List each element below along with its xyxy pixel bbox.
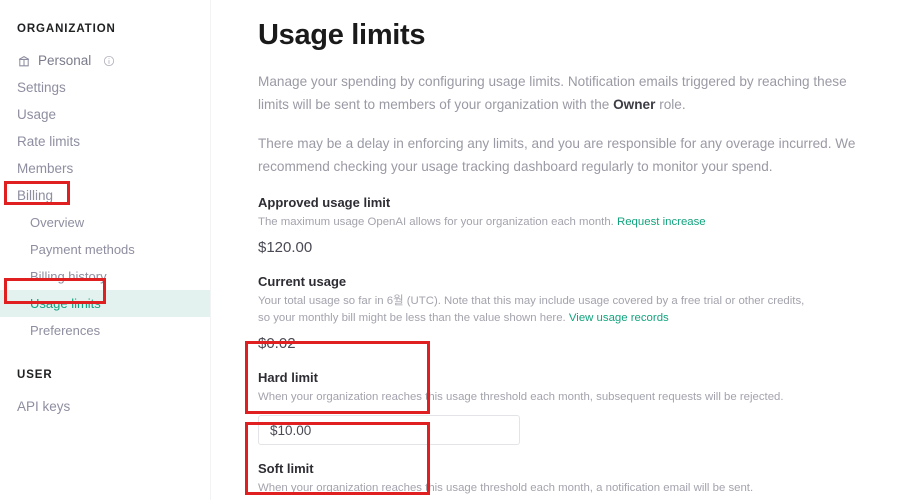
sidebar-item-label: Preferences [30, 323, 101, 338]
owner-role-emphasis: Owner [613, 97, 656, 112]
intro-paragraph-1-text-b: role. [655, 97, 686, 112]
building-icon [17, 54, 31, 68]
sidebar-item-preferences[interactable]: Preferences [0, 317, 210, 344]
sidebar-item-label: API keys [17, 399, 71, 414]
sidebar-item-label: Settings [17, 80, 66, 95]
page-title: Usage limits [258, 19, 426, 51]
sidebar-item-overview[interactable]: Overview [0, 209, 210, 236]
approved-usage-limit-description-text: The maximum usage OpenAI allows for your… [258, 216, 614, 228]
soft-limit-description: When your organization reaches this usag… [258, 482, 754, 494]
main-content: Usage limits Manage your spending by con… [211, 0, 900, 500]
hard-limit-input[interactable] [258, 415, 520, 445]
current-usage-description-line2: so your monthly bill might be less than … [258, 312, 566, 324]
intro-paragraph-1: Manage your spending by configuring usag… [258, 70, 876, 116]
sidebar-item-label: Rate limits [17, 134, 81, 149]
current-usage-block: Current usage Your total usage so far in… [258, 273, 876, 354]
sidebar-item-payment-methods[interactable]: Payment methods [0, 236, 210, 263]
sidebar-item-label: Usage limits [30, 296, 101, 311]
current-usage-description-line1: Your total usage so far in 6월 (UTC). Not… [258, 295, 805, 307]
sidebar-item-label: Members [17, 161, 74, 176]
sidebar-item-api-keys[interactable]: API keys [0, 393, 210, 420]
sidebar-item-billing[interactable]: Billing [0, 182, 210, 209]
soft-limit-title: Soft limit [258, 461, 314, 476]
sidebar-item-label: Personal [38, 53, 92, 68]
sidebar-item-settings[interactable]: Settings [0, 74, 210, 101]
hard-limit-block: Hard limit When your organization reache… [258, 369, 876, 445]
sidebar-section-heading-user: USER [17, 369, 53, 381]
current-usage-description: Your total usage so far in 6월 (UTC). Not… [258, 293, 876, 327]
sidebar-item-rate-limits[interactable]: Rate limits [0, 128, 210, 155]
hard-limit-title: Hard limit [258, 370, 318, 385]
intro-paragraph-2: There may be a delay in enforcing any li… [258, 136, 856, 174]
approved-usage-limit-description: The maximum usage OpenAI allows for your… [258, 214, 876, 231]
current-usage-title: Current usage [258, 274, 347, 289]
sidebar: ORGANIZATION Personal Settings Usage Rat… [0, 0, 211, 500]
sidebar-item-personal[interactable]: Personal [0, 47, 210, 74]
sidebar-item-label: Payment methods [30, 242, 135, 257]
approved-usage-limit-block: Approved usage limit The maximum usage O… [258, 194, 876, 258]
soft-limit-block: Soft limit When your organization reache… [258, 460, 876, 500]
sidebar-item-members[interactable]: Members [0, 155, 210, 182]
hard-limit-description: When your organization reaches this usag… [258, 391, 784, 403]
current-usage-amount: $0.02 [258, 335, 296, 352]
app-root: ORGANIZATION Personal Settings Usage Rat… [0, 0, 900, 500]
sidebar-item-usage-limits[interactable]: Usage limits [0, 290, 210, 317]
request-increase-link[interactable]: Request increase [617, 216, 706, 228]
sidebar-item-label: Overview [30, 215, 85, 230]
sidebar-item-label: Billing history [30, 269, 107, 284]
approved-usage-limit-amount: $120.00 [258, 239, 313, 256]
sidebar-section-heading-organization: ORGANIZATION [17, 23, 116, 35]
sidebar-item-billing-history[interactable]: Billing history [0, 263, 210, 290]
sidebar-item-usage[interactable]: Usage [0, 101, 210, 128]
approved-usage-limit-title: Approved usage limit [258, 195, 391, 210]
info-icon[interactable] [103, 55, 115, 67]
sidebar-item-label: Billing [17, 188, 54, 203]
sidebar-item-label: Usage [17, 107, 57, 122]
intro-paragraph-1-text-a: Manage your spending by configuring usag… [258, 74, 847, 112]
view-usage-records-link[interactable]: View usage records [569, 312, 669, 324]
